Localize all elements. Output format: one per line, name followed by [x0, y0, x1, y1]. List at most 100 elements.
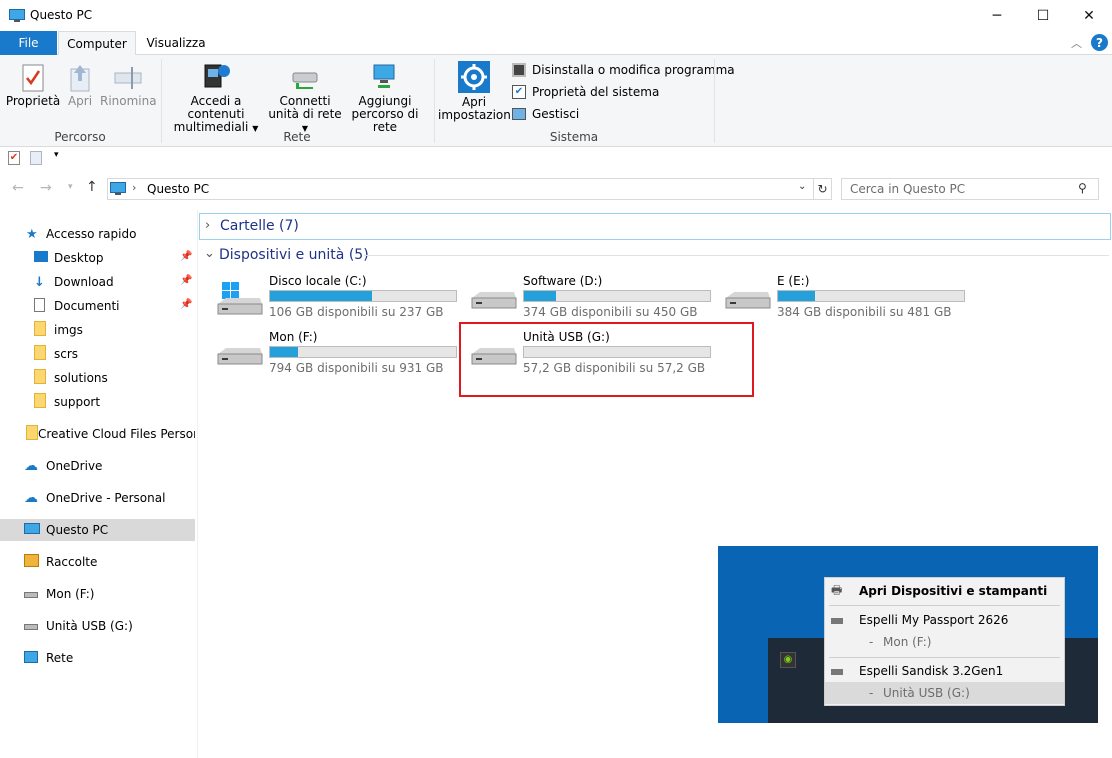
- menu-label: Espelli My Passport 2626: [859, 613, 1009, 627]
- usb-subitem[interactable]: - Unità USB (G:): [825, 682, 1064, 704]
- proprieta-sistema-button[interactable]: ✔ Proprietà del sistema: [512, 83, 659, 101]
- search-input[interactable]: Cerca in Questo PC: [850, 182, 965, 196]
- apri-impostazioni-button[interactable]: Apri impostazioni: [438, 59, 514, 122]
- pin-icon[interactable]: 📌: [180, 275, 192, 286]
- this-pc-icon: [9, 9, 25, 22]
- apri-label: Apri: [67, 94, 93, 108]
- proprieta-sistema-label: Proprietà del sistema: [532, 85, 660, 99]
- properties-icon[interactable]: ✔: [8, 151, 20, 165]
- gestisci-button[interactable]: Gestisci: [512, 105, 579, 123]
- help-icon[interactable]: ?: [1091, 34, 1108, 51]
- eject-context-menu: 🖶 Apri Dispositivi e stampanti Espelli M…: [824, 577, 1065, 706]
- cartelle-group[interactable]: › Cartelle (7): [199, 213, 1111, 240]
- nvidia-tray-icon[interactable]: ◉: [780, 652, 796, 668]
- pin-icon[interactable]: 📌: [180, 251, 192, 262]
- nav-onedrive[interactable]: ☁ OneDrive: [0, 455, 195, 477]
- menu-label: Unità USB (G:): [883, 686, 970, 700]
- drive-usage-fill: [270, 291, 373, 301]
- back-icon[interactable]: ←: [12, 180, 24, 196]
- nav-support[interactable]: support: [0, 391, 195, 413]
- apri-button[interactable]: Apri: [62, 59, 98, 108]
- search-box[interactable]: Cerca in Questo PC ⚲: [841, 178, 1099, 200]
- up-icon[interactable]: ↑: [86, 179, 98, 195]
- nav-mon[interactable]: Mon (F:): [0, 583, 195, 605]
- refresh-icon[interactable]: ↻: [814, 178, 832, 200]
- espelli-passport-item[interactable]: Espelli My Passport 2626: [825, 609, 1064, 631]
- drive-tile[interactable]: Mon (F:) 794 GB disponibili su 931 GB: [214, 328, 460, 376]
- proprieta-button[interactable]: Proprietà: [4, 59, 62, 108]
- chevron-down-icon[interactable]: ⌄: [204, 246, 215, 261]
- address-path[interactable]: Questo PC: [147, 182, 209, 196]
- nav-imgs[interactable]: imgs: [0, 319, 195, 341]
- menu-label: Espelli Sandisk 3.2Gen1: [859, 664, 1004, 678]
- rinomina-button[interactable]: Rinomina: [100, 59, 157, 108]
- this-pc-icon: [24, 523, 46, 537]
- menu-dash: -: [869, 686, 874, 700]
- disinstalla-button[interactable]: Disinstalla o modifica programma: [512, 61, 735, 79]
- tab-computer[interactable]: Computer: [58, 31, 136, 56]
- address-bar[interactable]: › Questo PC ⌄: [107, 178, 814, 200]
- drive-usage-bar: [269, 290, 457, 302]
- customize-toolbar-icon[interactable]: ▾: [54, 150, 59, 160]
- nav-questo-pc[interactable]: Questo PC: [0, 519, 195, 541]
- tab-visualizza[interactable]: Visualizza: [140, 31, 212, 55]
- dispositivi-group[interactable]: ⌄ Dispositivi e unità (5): [199, 244, 1111, 266]
- sistema-group-label: Sistema: [549, 130, 599, 144]
- ribbon-separator: [714, 59, 715, 143]
- forward-icon[interactable]: →: [40, 180, 52, 196]
- menu-label: Mon (F:): [883, 635, 932, 649]
- open-icon: [70, 65, 90, 92]
- menu-divider: [829, 657, 1060, 658]
- pin-icon[interactable]: 📌: [180, 299, 192, 310]
- windows-drive-icon: [217, 282, 263, 315]
- recent-locations-icon[interactable]: ▾: [68, 182, 73, 192]
- folder-icon: [34, 369, 54, 387]
- accedi-contenuti-button[interactable]: Accedi a contenuti multimediali ▼: [166, 59, 266, 135]
- address-dropdown-icon[interactable]: ⌄: [798, 181, 806, 192]
- mon-subitem[interactable]: - Mon (F:): [825, 631, 1064, 653]
- download-arrow-icon: ↓: [34, 274, 45, 290]
- rinomina-label: Rinomina: [100, 94, 157, 108]
- nav-label: support: [54, 395, 101, 409]
- connetti-unita-button[interactable]: Connetti unità di rete ▼: [266, 59, 344, 135]
- nav-rete[interactable]: Rete: [0, 647, 195, 669]
- uninstall-icon: [512, 63, 526, 77]
- drive-name: E (E:): [777, 274, 810, 288]
- dispositivi-header[interactable]: Dispositivi e unità (5): [219, 247, 369, 263]
- nav-download[interactable]: ↓ Download 📌: [0, 271, 195, 293]
- nav-accesso-rapido[interactable]: ★ Accesso rapido: [0, 223, 195, 245]
- tab-file[interactable]: File: [0, 31, 57, 55]
- manage-icon: [512, 108, 526, 120]
- new-folder-icon[interactable]: [30, 151, 42, 165]
- properties-icon: [22, 64, 44, 92]
- ribbon: Proprietà Apri Rinomina Percorso Accedi …: [0, 55, 1112, 147]
- drive-tile[interactable]: E (E:) 384 GB disponibili su 481 GB: [722, 272, 968, 320]
- collapse-ribbon-icon[interactable]: ︿: [1071, 35, 1082, 51]
- nav-creative-cloud[interactable]: Creative Cloud Files Persona: [0, 423, 195, 445]
- nav-usb[interactable]: Unità USB (G:): [0, 615, 195, 637]
- nav-onedrive-personal[interactable]: ☁ OneDrive - Personal: [0, 487, 195, 509]
- cartelle-header[interactable]: Cartelle (7): [220, 218, 299, 234]
- drive-tile[interactable]: Software (D:) 374 GB disponibili su 450 …: [468, 272, 714, 320]
- rename-icon: [114, 67, 142, 89]
- nav-desktop[interactable]: Desktop 📌: [0, 247, 195, 269]
- search-icon: ⚲: [1078, 181, 1087, 195]
- breadcrumb-chevron-icon[interactable]: ›: [132, 181, 136, 194]
- nav-solutions[interactable]: solutions: [0, 367, 195, 389]
- nav-raccolte[interactable]: Raccolte: [0, 551, 195, 573]
- espelli-sandisk-item[interactable]: Espelli Sandisk 3.2Gen1: [825, 660, 1064, 682]
- nav-label: Mon (F:): [46, 587, 95, 601]
- chevron-right-icon[interactable]: ›: [205, 218, 210, 233]
- maximize-button[interactable]: ☐: [1020, 0, 1066, 31]
- quick-access-star-icon: ★: [26, 226, 38, 242]
- drive-name: Disco locale (C:): [269, 274, 367, 288]
- nav-scrs[interactable]: scrs: [0, 343, 195, 365]
- desktop-icon: [34, 251, 54, 265]
- nav-documenti[interactable]: Documenti 📌: [0, 295, 195, 317]
- apri-dispositivi-item[interactable]: 🖶 Apri Dispositivi e stampanti: [825, 580, 1064, 602]
- aggiungi-percorso-button[interactable]: Aggiungi percorso di rete: [344, 59, 426, 134]
- drive-tile[interactable]: Disco locale (C:) 106 GB disponibili su …: [214, 272, 460, 320]
- nav-label: OneDrive: [46, 459, 103, 473]
- close-button[interactable]: ✕: [1066, 0, 1112, 31]
- minimize-button[interactable]: ─: [974, 0, 1020, 31]
